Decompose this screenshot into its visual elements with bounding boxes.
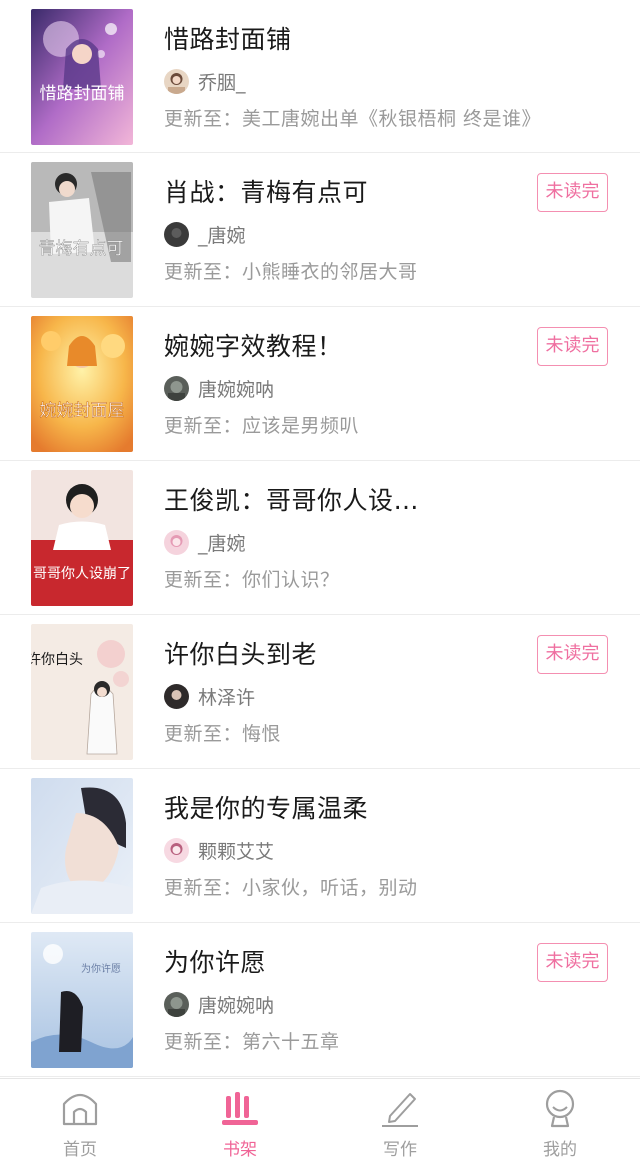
book-author[interactable]: 林泽许 [164, 682, 255, 710]
author-name: _唐婉 [198, 532, 246, 555]
book-cover-text: 为你许愿 [81, 962, 121, 975]
book-cover-text: 婉婉封面屋 [40, 401, 125, 421]
book-author[interactable]: 唐婉婉呐 [164, 990, 274, 1018]
author-name: 乔胭_ [198, 71, 246, 94]
tab-label: 书架 [223, 1140, 257, 1160]
book-cover-image: 许你白头 [31, 624, 133, 760]
book-cover[interactable]: 青梅有点可 [31, 162, 133, 298]
tab-me[interactable]: 我的 [480, 1079, 640, 1160]
book-title: 许你白头到老 [164, 640, 318, 669]
book-author[interactable]: _唐婉 [164, 220, 246, 248]
unread-badge: 未读完 [537, 327, 608, 366]
tab-bookshelf[interactable]: 书架 [160, 1079, 320, 1160]
book-cover[interactable]: 许你白头 [31, 624, 133, 760]
book-title: 肖战：青梅有点可 [164, 178, 369, 207]
profile-icon [538, 1087, 582, 1128]
book-item[interactable]: 哥哥你人设崩了 王俊凯：哥哥你人设… _唐婉 更新至：你们认识？ [0, 461, 640, 615]
book-author[interactable]: 乔胭_ [164, 67, 246, 95]
book-update: 更新至：应该是男频叭 [164, 415, 360, 437]
book-item[interactable]: 我是你的专属温柔 颗颗艾艾 更新至：小家伙，听话，别动 [0, 769, 640, 923]
book-cover-image: 青梅有点可 [31, 162, 133, 298]
book-cover-image [31, 778, 133, 914]
bookshelf-icon [218, 1087, 262, 1128]
unread-badge: 未读完 [537, 173, 608, 212]
book-title: 王俊凯：哥哥你人设… [164, 486, 420, 515]
avatar [164, 991, 189, 1017]
book-cover-image: 惜路封面铺 [31, 9, 133, 145]
tab-label: 首页 [63, 1140, 97, 1160]
bookshelf-list: 惜路封面铺 惜路封面铺 乔胭_ 更新至：美工唐婉出单《秋银梧桐 终是谁》 青梅有… [0, 0, 640, 1078]
book-title: 惜路封面铺 [164, 25, 292, 54]
tab-label: 我的 [543, 1140, 577, 1160]
author-name: 颗颗艾艾 [198, 840, 275, 863]
book-title: 为你许愿 [164, 948, 267, 977]
author-name: 林泽许 [198, 686, 256, 709]
book-cover-image: 哥哥你人设崩了 [31, 470, 133, 606]
book-item[interactable]: 婉婉封面屋 婉婉字效教程！ 唐婉婉呐 更新至：应该是男频叭 未读完 [0, 307, 640, 461]
book-cover[interactable]: 婉婉封面屋 [31, 316, 133, 452]
book-item[interactable]: 许你白头 许你白头到老 林泽许 更新至：悔恨 未读完 [0, 615, 640, 769]
book-update: 更新至：第六十五章 [164, 1031, 340, 1053]
book-title: 婉婉字效教程！ [164, 332, 343, 361]
book-item[interactable]: 青梅有点可 肖战：青梅有点可 _唐婉 更新至：小熊睡衣的邻居大哥 未读完 [0, 153, 640, 307]
book-item[interactable]: 为你许愿 为你许愿 唐婉婉呐 更新至：第六十五章 未读完 [0, 923, 640, 1077]
tab-home[interactable]: 首页 [0, 1079, 160, 1160]
book-cover[interactable] [31, 778, 133, 914]
home-icon [58, 1087, 102, 1128]
book-update: 更新至：悔恨 [164, 723, 282, 745]
avatar [164, 375, 189, 401]
bottom-tab-bar: 首页 书架 写作 我的 [0, 1078, 640, 1160]
book-cover-text: 惜路封面铺 [40, 84, 125, 104]
author-name: _唐婉 [198, 224, 246, 247]
book-cover-text: 许你白头 [31, 652, 83, 668]
book-cover-text: 哥哥你人设崩了 [33, 566, 131, 582]
author-name: 唐婉婉呐 [198, 378, 275, 401]
book-cover-text: 青梅有点可 [39, 239, 124, 259]
book-cover[interactable]: 为你许愿 [31, 932, 133, 1068]
avatar [164, 68, 189, 94]
unread-badge: 未读完 [537, 943, 608, 982]
author-name: 唐婉婉呐 [198, 994, 275, 1017]
book-cover-image: 婉婉封面屋 [31, 316, 133, 452]
book-item[interactable]: 惜路封面铺 惜路封面铺 乔胭_ 更新至：美工唐婉出单《秋银梧桐 终是谁》 [0, 0, 640, 153]
book-update: 更新至：小家伙，听话，别动 [164, 877, 418, 899]
avatar [164, 683, 189, 709]
tab-write[interactable]: 写作 [320, 1079, 480, 1160]
book-cover[interactable]: 哥哥你人设崩了 [31, 470, 133, 606]
book-update: 更新至：你们认识？ [164, 569, 340, 591]
book-cover[interactable]: 惜路封面铺 [31, 9, 133, 145]
book-update: 更新至：美工唐婉出单《秋银梧桐 终是谁》 [164, 108, 542, 130]
book-title: 我是你的专属温柔 [164, 794, 369, 823]
avatar [164, 221, 189, 247]
pencil-icon [378, 1087, 422, 1128]
tab-label: 写作 [383, 1140, 417, 1160]
avatar [164, 837, 189, 863]
unread-badge: 未读完 [537, 635, 608, 674]
book-author[interactable]: _唐婉 [164, 528, 246, 556]
book-update: 更新至：小熊睡衣的邻居大哥 [164, 261, 418, 283]
book-author[interactable]: 颗颗艾艾 [164, 836, 274, 864]
avatar [164, 529, 189, 555]
book-cover-image: 为你许愿 [31, 932, 133, 1068]
book-author[interactable]: 唐婉婉呐 [164, 374, 274, 402]
